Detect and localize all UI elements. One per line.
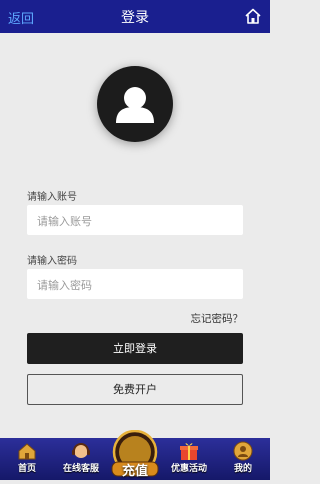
home-icon[interactable] [244,7,262,25]
forgot-password-link[interactable]: 忘记密码？ [191,311,244,326]
password-label: 请输入密码 [27,256,77,267]
tab-profile-label: 我的 [233,464,252,474]
tab-recharge[interactable]: 充值 [108,429,162,480]
register-button[interactable]: 免费开户 [27,374,243,405]
page-title: 登录 [121,10,149,26]
tab-support[interactable]: 在线客服 [54,438,108,480]
gift-tab-icon [180,443,198,460]
account-label: 请输入账号 [27,192,77,203]
home-tab-icon [18,443,36,460]
support-tab-icon [72,443,90,458]
password-placeholder: 请输入密码 [37,279,92,292]
account-placeholder: 请输入账号 [37,215,92,228]
app-header: 返回 登录 [0,0,270,33]
tab-promotions-label: 优惠活动 [170,464,207,474]
tab-support-label: 在线客服 [62,464,99,474]
tab-profile[interactable]: 我的 [216,438,270,480]
tab-home[interactable]: 首页 [0,438,54,480]
tab-recharge-label: 充值 [121,464,148,479]
account-input[interactable]: 请输入账号 [27,205,243,235]
profile-tab-icon [233,441,253,461]
password-input[interactable]: 请输入密码 [27,269,243,299]
avatar [97,66,173,142]
tab-home-label: 首页 [17,464,36,474]
user-silhouette-icon [116,87,154,123]
tab-promotions[interactable]: 优惠活动 [162,438,216,480]
login-button[interactable]: 立即登录 [27,333,243,364]
